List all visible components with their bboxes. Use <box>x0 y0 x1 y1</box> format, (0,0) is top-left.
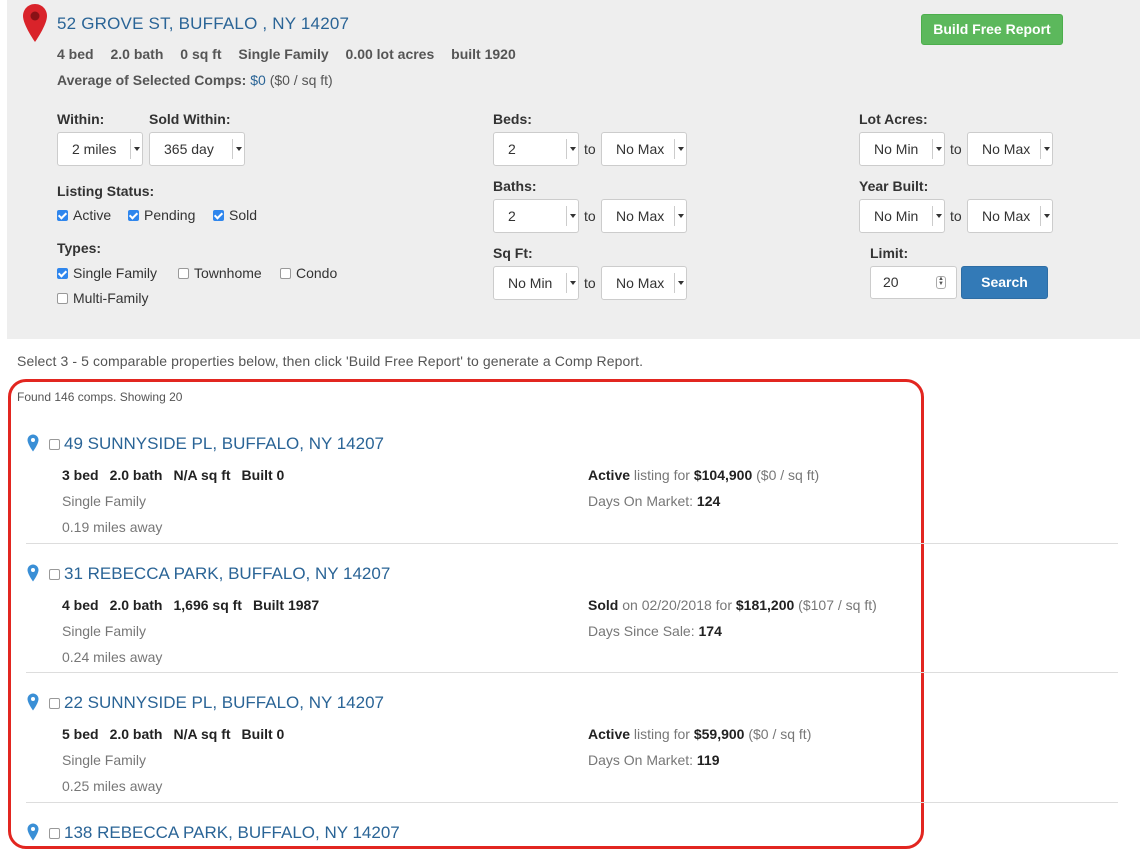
comp-checkbox[interactable] <box>49 828 60 839</box>
within-label: Within: <box>57 111 105 127</box>
status-pending-checkbox[interactable]: Pending <box>128 207 195 223</box>
average-per-sqft: ($0 / sq ft) <box>269 72 333 88</box>
comp-days: Days Since Sale: 174 <box>588 623 722 639</box>
baths-max-select[interactable]: No Max <box>601 199 687 233</box>
average-comps: Average of Selected Comps: $0 ($0 / sq f… <box>57 72 333 88</box>
to-label: to <box>584 141 596 157</box>
lot-max-select[interactable]: No Max <box>967 132 1053 166</box>
sold-within-select[interactable]: 365 day <box>149 132 245 166</box>
type-multi-family-checkbox[interactable]: Multi-Family <box>57 290 148 306</box>
status-sold-checkbox[interactable]: Sold <box>213 207 257 223</box>
comp-details: 5 bed 2.0 bath N/A sq ft Built 0 <box>62 726 285 742</box>
to-label: to <box>584 275 596 291</box>
sqft-min-select[interactable]: No Min <box>493 266 579 300</box>
beds-label: Beds: <box>493 111 532 127</box>
to-label: to <box>584 208 596 224</box>
lot-acres-label: Lot Acres: <box>859 111 928 127</box>
types-label: Types: <box>57 240 102 256</box>
comp-distance: 0.19 miles away <box>62 519 163 535</box>
to-label: to <box>950 141 962 157</box>
comp-status: Sold on 02/20/2018 for $181,200 ($107 / … <box>588 597 877 613</box>
comp-days: Days On Market: 124 <box>588 493 721 509</box>
limit-label: Limit: <box>870 245 909 261</box>
average-label: Average of Selected Comps: <box>57 72 247 88</box>
average-value: $0 <box>250 72 266 88</box>
comp-distance: 0.25 miles away <box>62 778 163 794</box>
year-built-label: Year Built: <box>859 178 929 194</box>
comp-type: Single Family <box>62 752 147 768</box>
search-button[interactable]: Search <box>961 266 1048 299</box>
subject-type: Single Family <box>238 46 329 62</box>
comp-status: Active listing for $59,900 ($0 / sq ft) <box>588 726 812 742</box>
sold-within-label: Sold Within: <box>149 111 231 127</box>
sqft-label: Sq Ft: <box>493 245 533 261</box>
map-pin-icon <box>23 4 47 42</box>
divider <box>26 543 1118 544</box>
subject-baths: 2.0 bath <box>110 46 164 62</box>
comp-pin-icon <box>27 434 39 452</box>
subject-built: built 1920 <box>451 46 516 62</box>
comp-pin-icon <box>27 823 39 841</box>
comp-checkbox[interactable] <box>49 698 60 709</box>
divider <box>26 672 1118 673</box>
subject-address[interactable]: 52 GROVE ST, BUFFALO , NY 14207 <box>57 14 349 34</box>
subject-sqft: 0 sq ft <box>180 46 222 62</box>
comp-checkbox[interactable] <box>49 439 60 450</box>
comp-address[interactable]: 138 REBECCA PARK, BUFFALO, NY 14207 <box>64 823 400 843</box>
type-single-family-checkbox[interactable]: Single Family <box>57 265 157 281</box>
build-free-report-button[interactable]: Build Free Report <box>921 14 1063 45</box>
lot-min-select[interactable]: No Min <box>859 132 945 166</box>
comp-type: Single Family <box>62 493 147 509</box>
baths-min-select[interactable]: 2 <box>493 199 579 233</box>
subject-details: 4 bed 2.0 bath 0 sq ft Single Family 0.0… <box>57 46 529 62</box>
to-label: to <box>950 208 962 224</box>
subject-beds: 4 bed <box>57 46 94 62</box>
spinner-icon[interactable]: ▲ ▼ <box>936 276 946 289</box>
within-select[interactable]: 2 miles <box>57 132 143 166</box>
comp-pin-icon <box>27 693 39 711</box>
year-min-select[interactable]: No Min <box>859 199 945 233</box>
baths-label: Baths: <box>493 178 537 194</box>
comp-type: Single Family <box>62 623 147 639</box>
comp-details: 3 bed 2.0 bath N/A sq ft Built 0 <box>62 467 285 483</box>
type-townhome-checkbox[interactable]: Townhome <box>178 265 262 281</box>
comp-checkbox[interactable] <box>49 569 60 580</box>
comp-days: Days On Market: 119 <box>588 752 720 768</box>
instructions-text: Select 3 - 5 comparable properties below… <box>17 353 644 369</box>
comp-address[interactable]: 22 SUNNYSIDE PL, BUFFALO, NY 14207 <box>64 693 384 713</box>
listing-status-label: Listing Status: <box>57 183 155 199</box>
limit-input[interactable]: 20 ▲ ▼ <box>870 266 957 299</box>
subject-lot: 0.00 lot acres <box>345 46 435 62</box>
divider <box>26 802 1118 803</box>
found-count: Found 146 comps. Showing 20 <box>17 390 183 404</box>
status-active-checkbox[interactable]: Active <box>57 207 111 223</box>
sqft-max-select[interactable]: No Max <box>601 266 687 300</box>
type-condo-checkbox[interactable]: Condo <box>280 265 337 281</box>
comp-distance: 0.24 miles away <box>62 649 163 665</box>
comp-pin-icon <box>27 564 39 582</box>
beds-min-select[interactable]: 2 <box>493 132 579 166</box>
comp-address[interactable]: 49 SUNNYSIDE PL, BUFFALO, NY 14207 <box>64 434 384 454</box>
year-max-select[interactable]: No Max <box>967 199 1053 233</box>
beds-max-select[interactable]: No Max <box>601 132 687 166</box>
comp-details: 4 bed 2.0 bath 1,696 sq ft Built 1987 <box>62 597 320 613</box>
comp-address[interactable]: 31 REBECCA PARK, BUFFALO, NY 14207 <box>64 564 390 584</box>
comp-status: Active listing for $104,900 ($0 / sq ft) <box>588 467 820 483</box>
